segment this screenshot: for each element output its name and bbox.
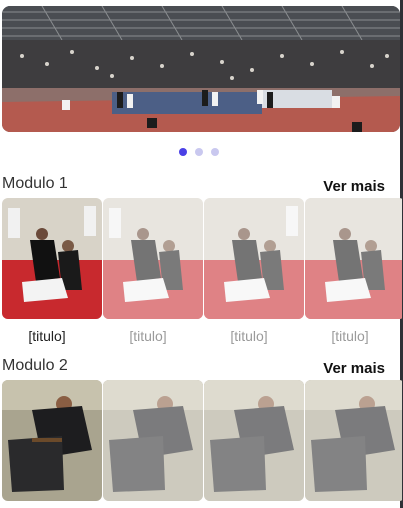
module-1-see-more-link[interactable]: Ver mais xyxy=(323,178,385,195)
module-2-title: Modulo 2 xyxy=(2,357,68,374)
module-2-card[interactable] xyxy=(103,380,203,501)
module-2-card-row[interactable] xyxy=(2,380,402,501)
module-1-card-row[interactable] xyxy=(2,198,402,319)
module-2-card[interactable] xyxy=(204,380,304,501)
carousel-dot-3[interactable] xyxy=(211,148,219,156)
module-1-card-caption: [titulo] xyxy=(331,328,369,344)
carousel-indicator[interactable] xyxy=(179,148,219,156)
hero-banner-image[interactable] xyxy=(2,6,400,132)
module-1-card-caption: [titulo] xyxy=(28,328,66,344)
module-1-card[interactable] xyxy=(2,198,102,319)
module-1-card-caption: [titulo] xyxy=(129,328,167,344)
module-1-card-caption: [titulo] xyxy=(230,328,268,344)
module-2-card[interactable] xyxy=(305,380,402,501)
carousel-dot-2[interactable] xyxy=(195,148,203,156)
module-1-title: Modulo 1 xyxy=(2,175,68,192)
module-2-card[interactable] xyxy=(2,380,102,501)
module-1-card[interactable] xyxy=(305,198,402,319)
carousel-dot-1[interactable] xyxy=(179,148,187,156)
module-1-card[interactable] xyxy=(204,198,304,319)
module-2-see-more-link[interactable]: Ver mais xyxy=(323,360,385,377)
module-1-card[interactable] xyxy=(103,198,203,319)
